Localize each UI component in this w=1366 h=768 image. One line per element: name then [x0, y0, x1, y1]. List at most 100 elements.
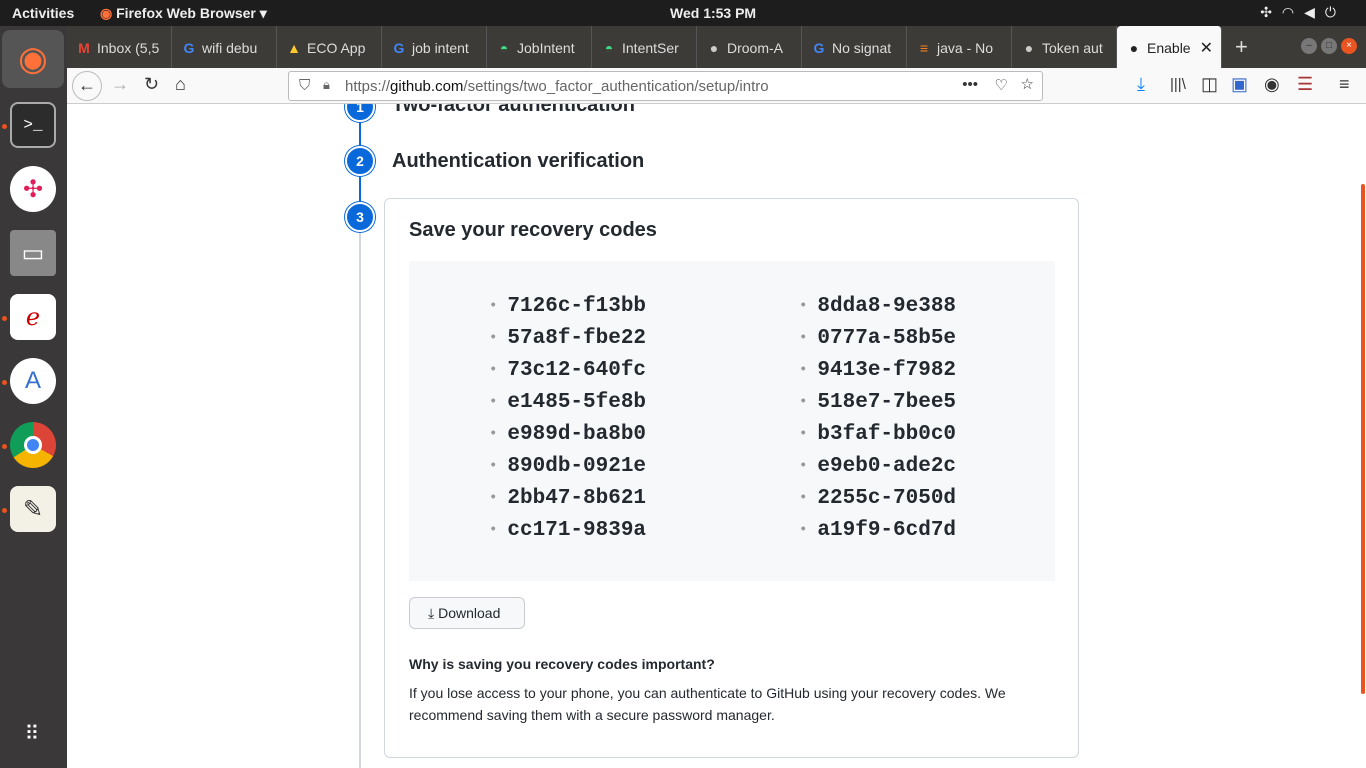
extension-2-icon[interactable]: ☰: [1297, 74, 1313, 95]
tab[interactable]: ● Token aut: [1012, 26, 1117, 68]
recovery-code: e1485-5fe8b: [489, 391, 646, 414]
recovery-codes-panel: Save your recovery codes 7126c-f13bb 57a8…: [384, 198, 1079, 758]
app-menu[interactable]: ◉ Firefox Web Browser ▾: [100, 5, 267, 22]
recovery-code: 890db-0921e: [489, 455, 646, 478]
document-viewer-dock-icon[interactable]: ℯ: [10, 294, 56, 340]
recovery-codes-list: 7126c-f13bb 57a8f-fbe22 73c12-640fc e1485-5…: [409, 261, 1055, 581]
chrome-dock-icon[interactable]: [10, 422, 56, 468]
tab[interactable]: Gjob intent: [382, 26, 487, 68]
text-editor-dock-icon[interactable]: ✎: [10, 486, 56, 532]
download-label: Download: [438, 605, 501, 621]
lock-icon[interactable]: 🔒︎: [323, 77, 330, 93]
page-actions-icon[interactable]: •••: [962, 76, 978, 93]
files-dock-icon[interactable]: ▭: [10, 230, 56, 276]
back-button[interactable]: ←: [72, 71, 102, 101]
recovery-code: e989d-ba8b0: [489, 423, 646, 446]
new-tab-button[interactable]: +: [1235, 34, 1248, 60]
close-window-button[interactable]: ×: [1341, 38, 1357, 54]
step-number: 3: [345, 202, 375, 232]
extension-icon[interactable]: ▣: [1231, 74, 1248, 95]
firefox-dock-icon[interactable]: ◉: [2, 30, 64, 88]
google-icon: G: [393, 40, 405, 56]
shield-icon[interactable]: ⛉: [299, 77, 310, 94]
tab-label: wifi debu: [202, 40, 258, 56]
recovery-code: 57a8f-fbe22: [489, 327, 646, 350]
page-content: 1 Two-factor authentication 2 Authentica…: [67, 104, 1360, 768]
slack-dock-icon[interactable]: ✣: [10, 166, 56, 212]
library-icon[interactable]: |||\: [1170, 76, 1186, 93]
tab-label: Enable: [1147, 40, 1191, 56]
tab[interactable]: ▲ ECO App: [277, 26, 382, 68]
show-applications-icon[interactable]: ⠿: [10, 710, 56, 756]
github-icon: ●: [1129, 40, 1139, 56]
recovery-code: 73c12-640fc: [489, 359, 646, 382]
slack-tray-icon[interactable]: ✣: [1260, 4, 1282, 20]
recovery-code: 2bb47-8b621: [489, 487, 646, 510]
android-studio-dock-icon[interactable]: A: [10, 358, 56, 404]
why-text: If you lose access to your phone, you ca…: [409, 685, 1006, 723]
navigation-toolbar: ← → ↻ ⌂ ⛉ 🔒︎ https://github.com/settings…: [67, 68, 1366, 104]
recovery-code: cc171-9839a: [489, 519, 646, 542]
volume-icon[interactable]: ◀: [1304, 4, 1325, 20]
tab[interactable]: ● Droom-A: [697, 26, 802, 68]
github-icon: ●: [1024, 40, 1034, 56]
home-button[interactable]: ⌂: [175, 74, 186, 95]
scrollbar-thumb[interactable]: [1361, 184, 1365, 694]
dock: ◉ >_ ✣ ▭ ℯ A ✎ ⠿: [0, 26, 67, 768]
url-host: github.com: [390, 78, 464, 95]
gmail-icon: M: [78, 40, 90, 56]
tab-label: ECO App: [307, 40, 366, 56]
tab[interactable]: ≡ java - No: [907, 26, 1012, 68]
download-button[interactable]: ⤓ Download: [409, 597, 525, 629]
wifi-icon[interactable]: ◠: [1282, 4, 1304, 20]
app-name: Firefox Web Browser: [116, 5, 256, 21]
tab[interactable]: G No signat: [802, 26, 907, 68]
why-heading: Why is saving you recovery codes importa…: [409, 656, 715, 672]
recovery-code: 2255c-7050d: [799, 487, 956, 510]
recovery-code: e9eb0-ade2c: [799, 455, 956, 478]
recovery-code: 9413e-f7982: [799, 359, 956, 382]
android-icon: ◓: [499, 40, 509, 56]
clock[interactable]: Wed 1:53 PM: [670, 5, 756, 21]
menu-icon[interactable]: ≡: [1339, 74, 1350, 95]
system-tray[interactable]: ✣◠◀⏻: [1260, 4, 1346, 21]
step-number: 2: [345, 146, 375, 176]
pocket-icon[interactable]: ♡: [995, 76, 1008, 94]
terminal-dock-icon[interactable]: >_: [10, 102, 56, 148]
reload-button[interactable]: ↻: [144, 74, 159, 95]
github-icon: ●: [709, 40, 719, 56]
account-icon[interactable]: ◉: [1264, 74, 1280, 95]
close-tab-icon[interactable]: ✕: [1200, 38, 1213, 58]
recovery-code: 8dda8-9e388: [799, 295, 956, 318]
tab[interactable]: Gwifi debu: [172, 26, 277, 68]
tab[interactable]: ● Enable ✕: [1117, 26, 1222, 68]
url-path: /settings/two_factor_authentication/setu…: [463, 78, 769, 95]
minimize-button[interactable]: –: [1301, 38, 1317, 54]
recovery-code: 0777a-58b5e: [799, 327, 956, 350]
android-icon: ◓: [604, 40, 614, 56]
scrollbar[interactable]: [1360, 104, 1366, 768]
timeline-line: [359, 229, 361, 768]
forward-button[interactable]: →: [111, 74, 129, 95]
tab-label: Inbox (5,5: [97, 40, 160, 56]
sidebar-icon[interactable]: ◫: [1201, 74, 1218, 95]
google-icon: G: [183, 40, 195, 56]
tab[interactable]: M Inbox (5,5: [67, 26, 172, 68]
url-bar[interactable]: ⛉ 🔒︎ https://github.com/settings/two_fac…: [288, 71, 1043, 101]
step-number: 1: [345, 104, 375, 122]
recovery-codes-title: Save your recovery codes: [409, 219, 657, 241]
tab-label: java - No: [937, 40, 994, 56]
firebase-icon: ▲: [287, 40, 301, 56]
system-top-bar: Activities ◉ Firefox Web Browser ▾ Wed 1…: [0, 0, 1366, 26]
downloads-icon[interactable]: ⤓: [1137, 74, 1145, 95]
tab-label: JobIntent: [517, 40, 575, 56]
tab[interactable]: ◓ IntentSer: [592, 26, 697, 68]
activities-button[interactable]: Activities: [12, 5, 74, 21]
tab-label: job intent: [412, 40, 469, 56]
bookmark-star-icon[interactable]: ☆: [1021, 75, 1034, 93]
maximize-button[interactable]: □: [1321, 38, 1337, 54]
tab[interactable]: ◓ JobIntent: [487, 26, 592, 68]
stackoverflow-icon: ≡: [919, 40, 929, 56]
power-icon[interactable]: ⏻: [1325, 4, 1346, 20]
tab-label: Token aut: [1042, 40, 1103, 56]
